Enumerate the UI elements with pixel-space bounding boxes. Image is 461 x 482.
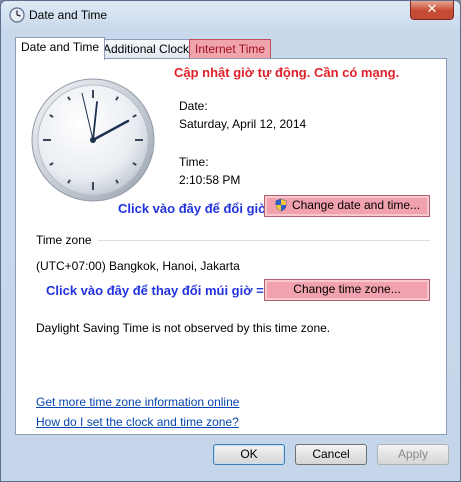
annotation-change-zone: Click vào đây để thay đổi múi giờ => <box>46 283 272 298</box>
dst-notice: Daylight Saving Time is not observed by … <box>36 321 331 335</box>
apply-button[interactable]: Apply <box>377 444 449 465</box>
tab-additional-clocks[interactable]: Additional Clocks <box>97 39 202 59</box>
time-zone-divider <box>98 240 430 241</box>
title-bar[interactable]: Date and Time ✕ <box>1 1 460 29</box>
uac-shield-icon <box>275 198 287 212</box>
time-value: 2:10:58 PM <box>179 173 241 187</box>
tab-date-and-time[interactable]: Date and Time <box>15 37 106 60</box>
annotation-internet-time: Cập nhật giờ tự động. Cần có mạng. <box>174 65 400 80</box>
change-date-time-button[interactable]: Change date and time... <box>264 195 430 217</box>
more-time-zone-info-link[interactable]: Get more time zone information online <box>36 395 239 409</box>
close-icon: ✕ <box>426 2 438 17</box>
time-label: Time: <box>179 155 209 169</box>
date-value: Saturday, April 12, 2014 <box>179 117 307 131</box>
time-zone-section-label: Time zone <box>36 233 92 247</box>
tab-internet-time[interactable]: Internet Time <box>189 39 272 59</box>
change-date-time-label: Change date and time... <box>291 198 421 212</box>
close-button[interactable]: ✕ <box>410 1 454 20</box>
annotation-change-date: Click vào đây để đổi giờ <box>118 201 268 216</box>
change-time-zone-button[interactable]: Change time zone... <box>264 279 430 301</box>
clock-icon <box>9 7 25 23</box>
tab-panel: Cập nhật giờ tự động. Cần có mạng. Date:… <box>15 58 447 435</box>
time-zone-value: (UTC+07:00) Bangkok, Hanoi, Jakarta <box>36 259 240 273</box>
how-to-set-clock-link[interactable]: How do I set the clock and time zone? <box>36 415 239 429</box>
date-label: Date: <box>179 99 208 113</box>
date-time-window: Date and Time ✕ Date and Time Additional… <box>0 0 461 482</box>
window-title: Date and Time <box>29 8 108 22</box>
ok-button[interactable]: OK <box>213 444 285 465</box>
cancel-button[interactable]: Cancel <box>295 444 367 465</box>
analog-clock <box>31 78 155 202</box>
